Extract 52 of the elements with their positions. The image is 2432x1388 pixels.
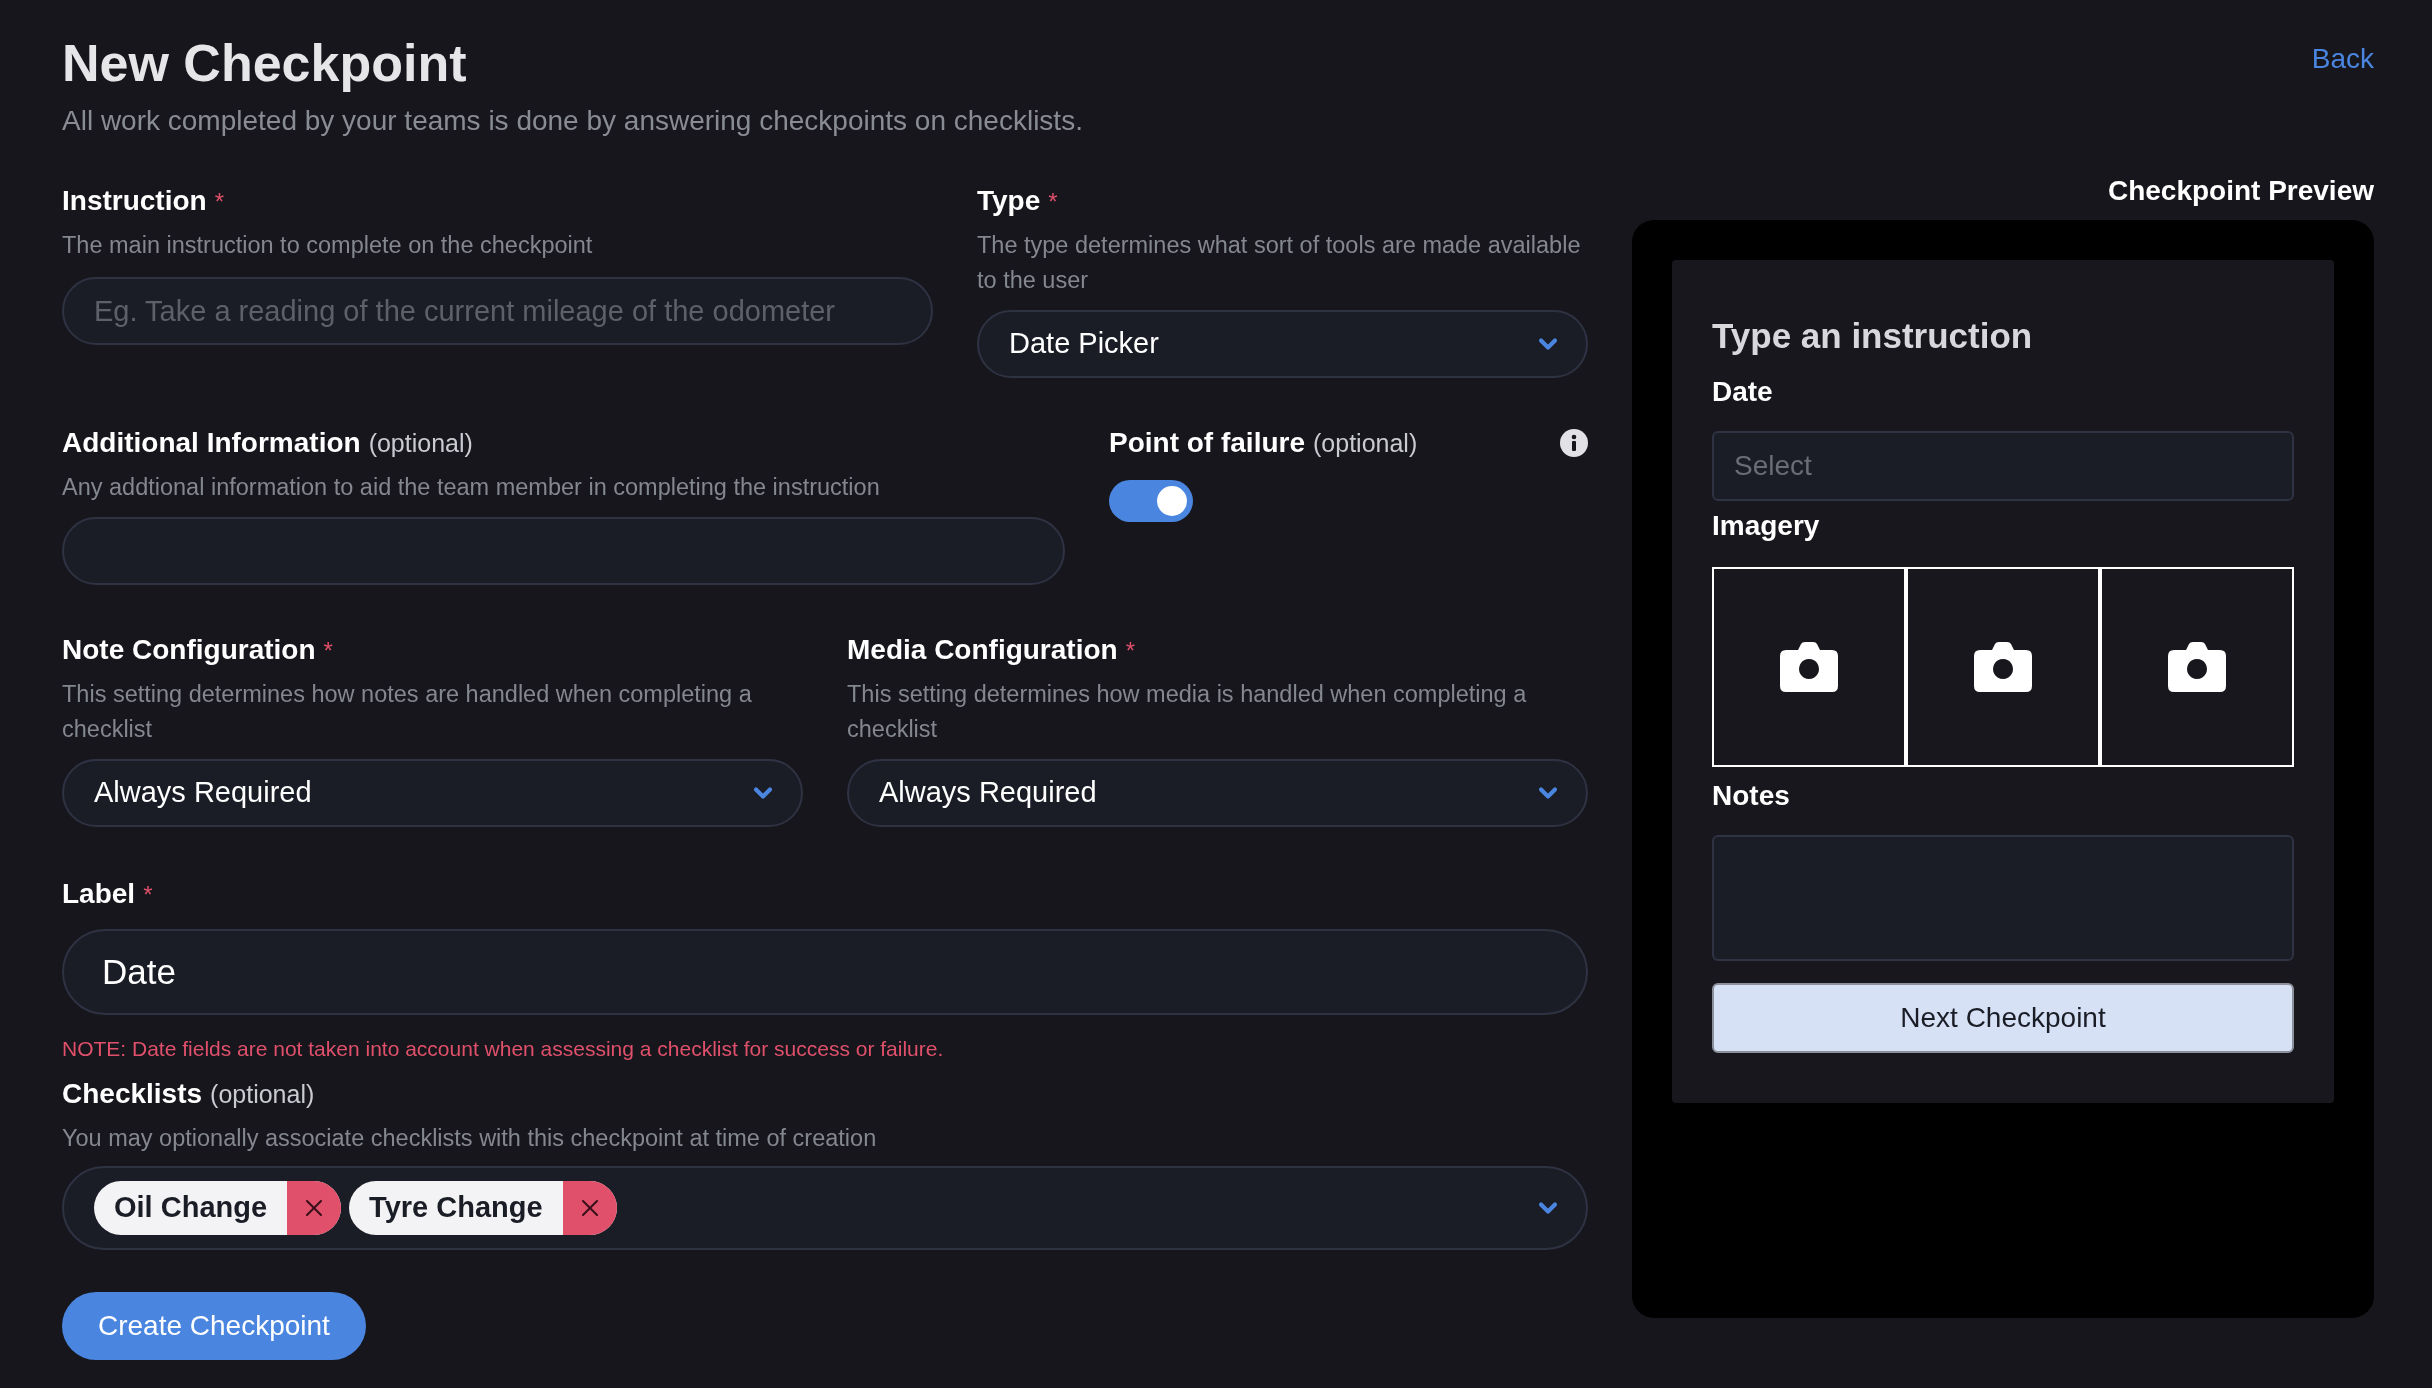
date-select-field[interactable]: Select [1712, 430, 2294, 501]
note-text: NOTE: Date fields are not taken into account when assessing a checklist for success or failure. [62, 1036, 945, 1062]
optional-hint: (optional) [210, 1078, 315, 1110]
field-label: Checklists [62, 1076, 203, 1111]
checklist-tag: Oil Change [94, 1180, 342, 1235]
field-label: Point of failure [1109, 426, 1305, 460]
toggle-switch[interactable] [1109, 480, 1193, 522]
field-label: Type [977, 184, 1041, 218]
help-text: This setting determines how notes are handled when completing a checklist [62, 680, 753, 744]
preview-instruction: Type an instruction [1712, 315, 2034, 357]
image-upload-slot[interactable] [2100, 566, 2294, 767]
page-title: New Checkpoint [62, 33, 468, 94]
field-label: Imagery [1712, 508, 1821, 543]
dropdown[interactable]: Always Required [847, 759, 1588, 827]
instruction-input[interactable]: Eg. Take a reading of the current mileage of the odometer [62, 277, 933, 345]
camera-icon [2168, 641, 2226, 692]
camera-icon [1780, 641, 1838, 692]
help-text: This setting determines how media is handled when completing a checklist [847, 680, 1528, 744]
dropdown[interactable]: Always Required [62, 759, 803, 827]
back-link[interactable]: Back [2311, 38, 2374, 80]
required-mark: * [214, 187, 224, 217]
help-text: You may optionally associate checklists with this checkpoint at time of creation [62, 1123, 878, 1153]
optional-hint: (optional) [368, 428, 473, 459]
help-text: The main instruction to complete on the checkpoint [62, 231, 594, 260]
field-label: Label [62, 877, 136, 911]
field-label: Instruction [62, 184, 207, 218]
image-upload-slot[interactable] [1906, 566, 2100, 767]
field-label: Additional Information [62, 426, 361, 460]
help-text: The type determines what sort of tools are made available to the user [977, 231, 1582, 295]
checklist-tag: Tyre Change [349, 1180, 617, 1235]
create-checkpoint-button[interactable]: Create Checkpoint [62, 1291, 366, 1360]
required-mark: * [143, 880, 153, 910]
required-mark: * [1125, 636, 1135, 666]
label-input[interactable]: Date [62, 929, 1588, 1015]
remove-tag-button[interactable] [287, 1180, 342, 1235]
remove-tag-button[interactable] [562, 1180, 617, 1235]
help-text: Any addtional information to aid the team member in completing the instruction [62, 473, 881, 502]
dropdown[interactable]: Date Picker [977, 310, 1588, 378]
next-checkpoint-button[interactable]: Next Checkpoint [1712, 982, 2294, 1053]
info-icon [1560, 429, 1588, 457]
field-label: Date [1712, 374, 1774, 409]
optional-hint: (optional) [1313, 428, 1418, 459]
preview-title: Checkpoint Preview [2107, 174, 2374, 208]
page-subtitle: All work completed by your teams is done by answering checkpoints on checklists. [62, 104, 1084, 138]
image-upload-slot[interactable] [1712, 566, 1906, 767]
field-label: Note Configuration [62, 633, 316, 667]
field-label: Media Configuration [847, 633, 1118, 667]
camera-icon [1974, 641, 2032, 692]
required-mark: * [323, 636, 333, 666]
field-label: Notes [1712, 778, 1791, 813]
checklists-multiselect[interactable]: Oil Change Tyre Change [62, 1165, 1588, 1250]
required-mark: * [1048, 187, 1058, 217]
